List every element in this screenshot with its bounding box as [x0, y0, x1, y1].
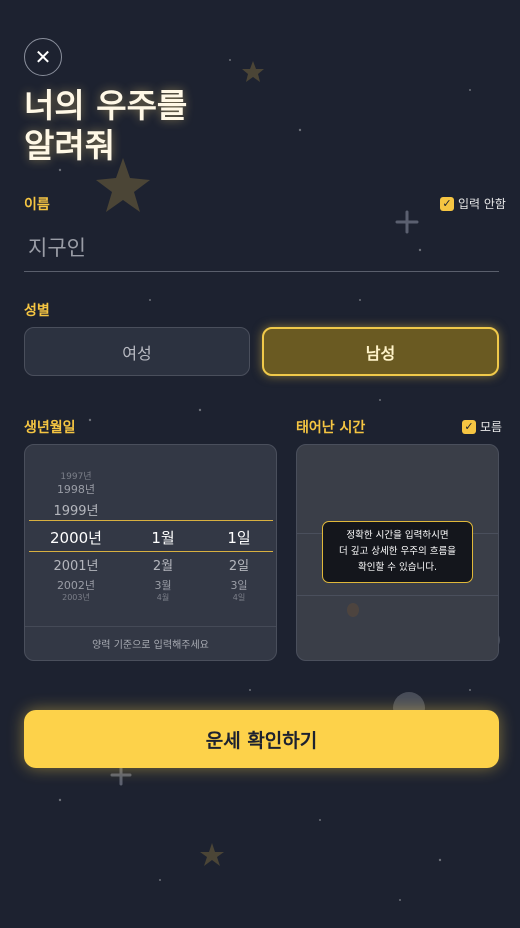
month-item: 3월	[154, 579, 172, 592]
year-wheel[interactable]: 1997년 1998년 1999년 2000년 2001년 2002년 2003…	[29, 445, 123, 628]
day-item-selected: 1일	[227, 529, 251, 547]
close-icon: ✕	[34, 45, 52, 69]
picker-divider	[297, 595, 498, 596]
check-fortune-label: 운세 확인하기	[205, 729, 318, 752]
year-item-selected: 2000년	[50, 529, 102, 547]
checkbox-checked-icon: ✓	[440, 196, 454, 211]
gender-female-button[interactable]: 여성	[24, 327, 250, 376]
name-label: 이름	[24, 197, 50, 213]
month-wheel[interactable]: 1월 2월 3월 4월	[129, 445, 197, 628]
gender-male-button[interactable]: 남성	[262, 327, 499, 376]
page-title: 너의 우주를 알려줘	[24, 86, 188, 165]
birthtime-tooltip: 정확한 시간을 입력하시면 더 깊고 상세한 우주의 흐름을 확인할 수 있습니…	[322, 521, 473, 583]
gender-label: 성별	[24, 303, 50, 319]
day-wheel[interactable]: 1일 2일 3일 4일	[205, 445, 273, 628]
birthtime-label: 태어난 시간	[296, 420, 366, 436]
close-button[interactable]: ✕	[24, 38, 62, 76]
day-item: 4일	[232, 593, 246, 602]
year-item: 1998년	[56, 483, 96, 496]
birthdate-label: 생년월일	[24, 420, 76, 436]
birthdate-hint: 양력 기준으로 입력해주세요	[25, 626, 276, 660]
month-item: 4월	[156, 593, 170, 602]
name-input[interactable]	[24, 224, 499, 272]
day-item: 3일	[230, 579, 248, 592]
name-skip-checkbox[interactable]: ✓ 입력 안함	[440, 195, 506, 212]
birthdate-picker[interactable]: 1997년 1998년 1999년 2000년 2001년 2002년 2003…	[24, 444, 277, 661]
year-item: 2003년	[62, 593, 90, 602]
year-item: 2001년	[53, 559, 99, 574]
birthtime-unknown-checkbox[interactable]: ✓ 모름	[462, 418, 502, 435]
year-item: 1999년	[53, 504, 99, 519]
check-fortune-button[interactable]: 운세 확인하기	[24, 710, 499, 768]
name-skip-label: 입력 안함	[458, 197, 506, 211]
gender-male-label: 남성	[365, 343, 396, 363]
month-item: 2월	[152, 559, 174, 574]
birthtime-unknown-label: 모름	[480, 420, 503, 434]
day-item: 2일	[228, 559, 250, 574]
gender-female-label: 여성	[122, 343, 152, 363]
checkbox-checked-icon: ✓	[462, 419, 476, 434]
month-item-selected: 1월	[151, 529, 175, 547]
zodiac-icon	[347, 603, 359, 617]
year-item: 2002년	[56, 579, 96, 592]
